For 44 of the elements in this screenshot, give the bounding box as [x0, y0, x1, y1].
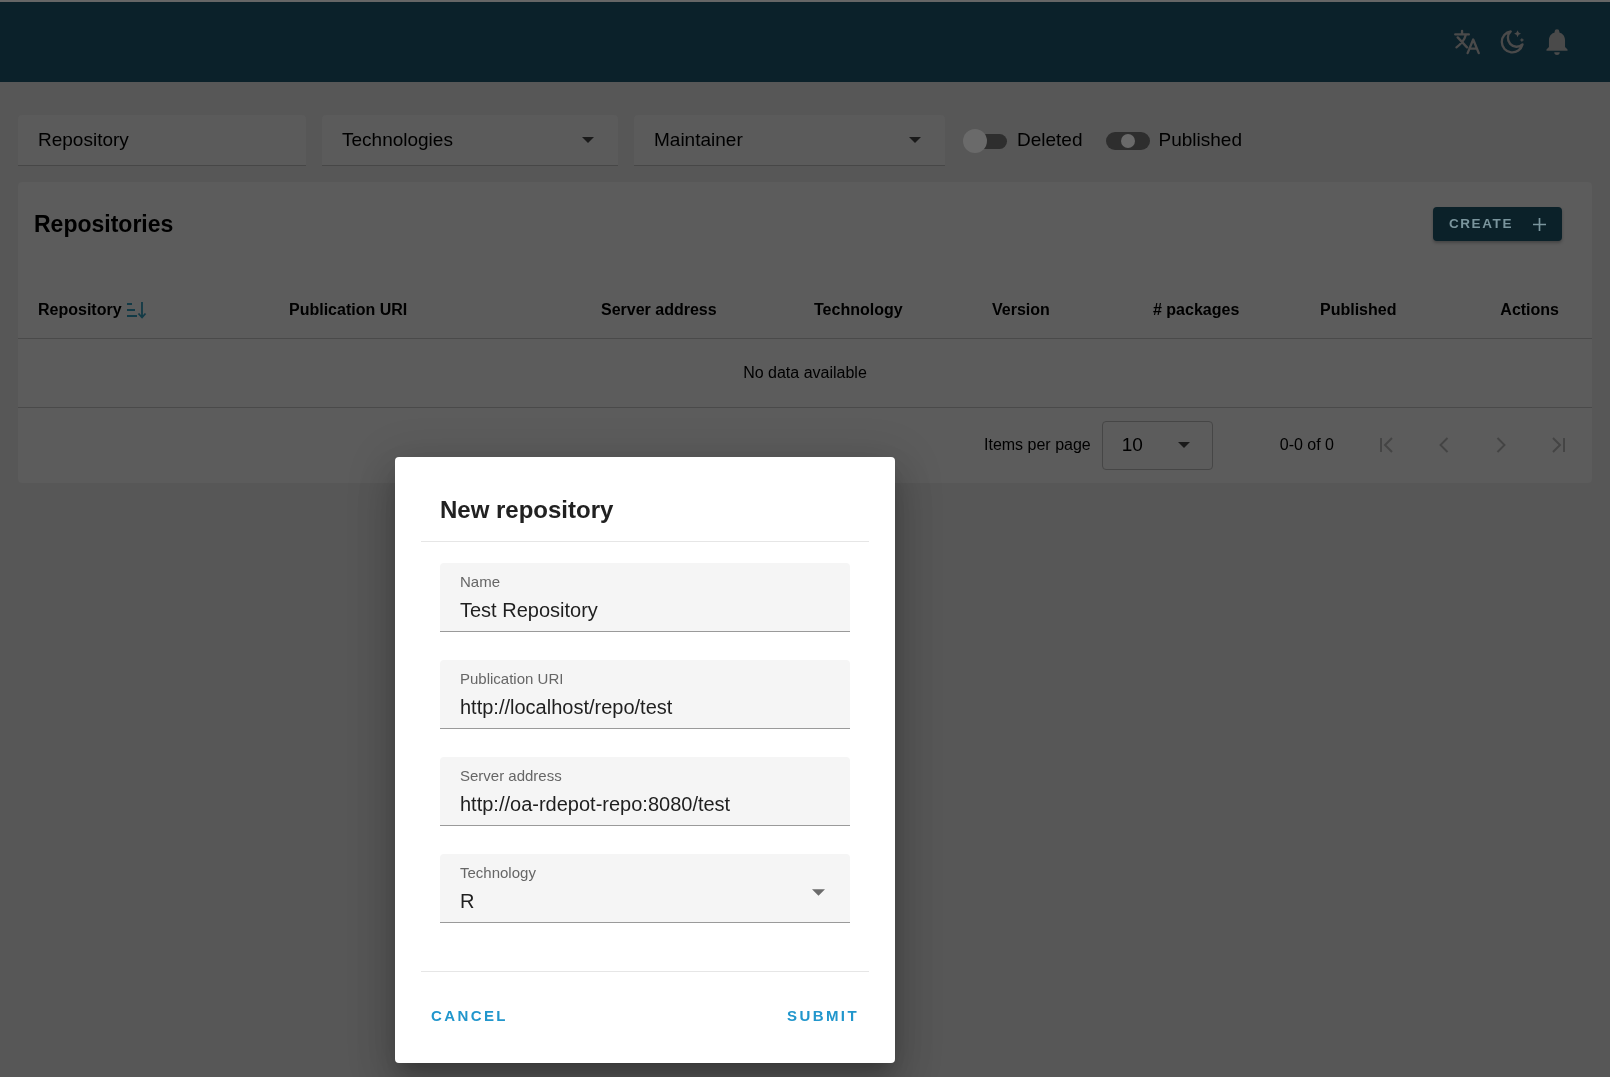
column-header[interactable]: Publication URI: [289, 298, 408, 322]
text-field[interactable]: Name Test Repository: [440, 563, 850, 632]
toggle-label[interactable]: Deleted: [1017, 126, 1083, 155]
field-label: Name: [460, 572, 500, 592]
column-header[interactable]: Server address: [601, 298, 717, 322]
column-header[interactable]: Repository: [38, 298, 148, 322]
toggle-label[interactable]: Published: [1158, 126, 1242, 155]
column-header[interactable]: # packages: [1153, 298, 1240, 322]
select-value: R: [460, 889, 475, 914]
filter-select[interactable]: Technologies: [322, 115, 618, 166]
dialog-title: New repository: [440, 495, 614, 525]
text-field[interactable]: Server address http://oa-rdepot-repo:8080/test: [440, 757, 850, 826]
notifications-bell-icon[interactable]: [1544, 29, 1570, 55]
column-header[interactable]: Actions: [1500, 298, 1559, 322]
caret-icon: [812, 889, 825, 896]
text-input[interactable]: Test Repository: [460, 596, 825, 624]
field-label: Technology: [460, 863, 536, 883]
empty-table-message: No data available: [743, 363, 867, 383]
caret-icon: [909, 137, 921, 143]
cancel-button[interactable]: CANCEL: [423, 996, 516, 1036]
field-label: Server address: [460, 766, 562, 786]
column-header[interactable]: Technology: [814, 298, 903, 322]
column-header[interactable]: Version: [992, 298, 1050, 322]
filter-select[interactable]: Maintainer: [634, 115, 945, 166]
text-field[interactable]: Publication URI http://localhost/repo/test: [440, 660, 850, 729]
text-input[interactable]: http://oa-rdepot-repo:8080/test: [460, 790, 825, 818]
translate-icon[interactable]: [1454, 29, 1480, 55]
items-per-page-select[interactable]: 10: [1101, 420, 1213, 470]
select-field[interactable]: Technology R: [440, 854, 850, 923]
sort-icon[interactable]: [125, 301, 148, 319]
items-per-page-label: Items per page: [984, 435, 1091, 455]
panel-title: Repositories: [34, 210, 174, 239]
plus-icon: [1533, 217, 1546, 231]
page-range-text: 0-0 of 0: [1279, 435, 1334, 455]
create-button[interactable]: CREATE: [1432, 207, 1562, 241]
field-label: Publication URI: [460, 669, 564, 689]
text-input[interactable]: http://localhost/repo/test: [460, 693, 825, 721]
filter-text-field[interactable]: Repository: [18, 115, 306, 166]
toggle-switch[interactable]: [963, 128, 1009, 153]
caret-icon: [1177, 442, 1190, 448]
caret-icon: [582, 137, 594, 143]
column-header[interactable]: Published: [1320, 298, 1397, 322]
submit-button[interactable]: SUBMIT: [779, 996, 867, 1036]
moon-stars-icon[interactable]: [1499, 29, 1525, 55]
